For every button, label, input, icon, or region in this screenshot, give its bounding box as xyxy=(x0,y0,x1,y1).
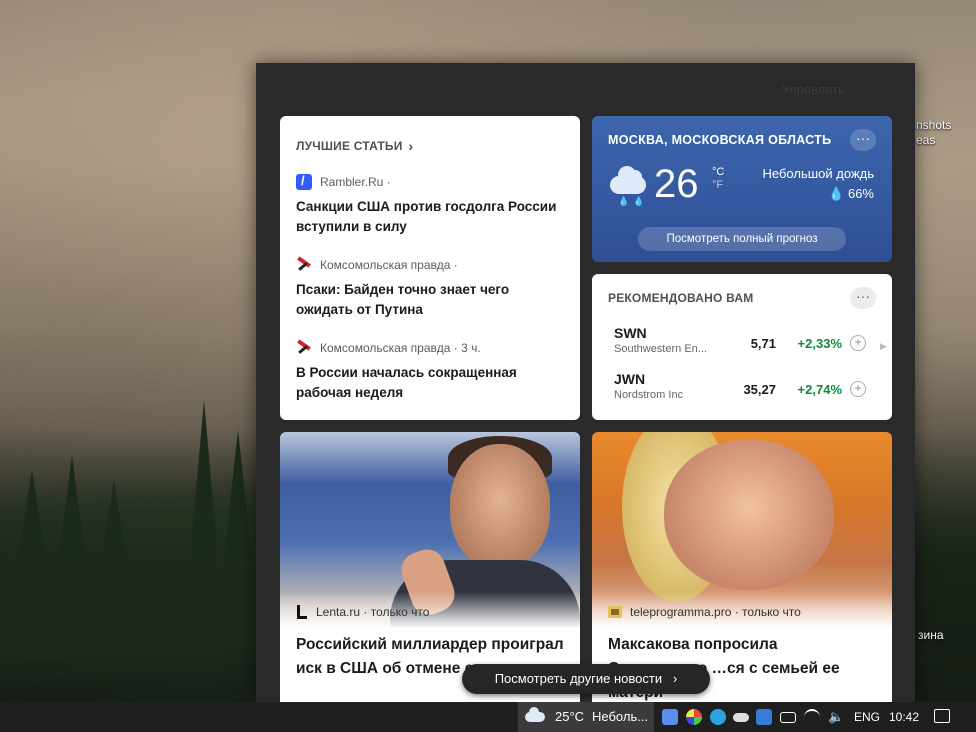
kp-logo-icon xyxy=(296,340,312,356)
story-headline[interactable]: Санкции США против госдолга России вступ… xyxy=(296,197,564,237)
story-headline[interactable]: Псаки: Байден точно знает чего ожидать о… xyxy=(296,280,564,320)
news-source: Lenta.ru · только что xyxy=(316,605,430,619)
tree xyxy=(100,480,128,570)
top-stories-card: ЛУЧШИЕ СТАТЬИ › Rambler.Ru · Санкции США… xyxy=(280,116,580,420)
news-interests-panel: Управлять ЛУЧШИЕ СТАТЬИ › Rambler.Ru · С… xyxy=(256,63,915,702)
news-source: teleprogramma.pro · только что xyxy=(630,605,801,619)
volume-icon[interactable]: 🔈 xyxy=(828,709,844,725)
manage-link[interactable]: Управлять xyxy=(782,82,845,97)
rain-cloud-icon xyxy=(610,166,646,194)
weather-temperature: 26 xyxy=(654,162,699,206)
story-item[interactable]: Комсомольская правда · Псаки: Байден точ… xyxy=(296,257,564,320)
story-item[interactable]: Rambler.Ru · Санкции США против госдолга… xyxy=(296,173,564,237)
teleprogramma-logo-icon xyxy=(608,606,622,618)
battery-icon[interactable] xyxy=(780,712,796,723)
taskbar: 25°C Неболь... 🔈 ENG 10:42 xyxy=(0,702,976,732)
see-more-label: Посмотреть другие новости xyxy=(494,671,663,686)
wifi-icon[interactable] xyxy=(804,709,820,725)
desktop-icon-label[interactable]: nshots eas xyxy=(916,118,951,148)
stock-change: +2,33% xyxy=(797,336,842,351)
taskbar-condition: Неболь... xyxy=(592,709,649,724)
celsius-toggle[interactable]: °C xyxy=(712,166,724,179)
language-indicator[interactable]: ENG xyxy=(854,710,880,724)
story-source: Комсомольская правда · 3 ч. xyxy=(320,341,481,355)
weather-location: МОСКВА, МОСКОВСКАЯ ОБЛАСТЬ xyxy=(608,133,832,147)
weather-precipitation: 💧 66% xyxy=(828,186,874,201)
stocks-more-button[interactable]: ··· xyxy=(850,287,876,309)
story-source: Rambler.Ru · xyxy=(320,175,391,189)
story-source: Комсомольская правда · xyxy=(320,258,458,272)
next-page-arrow-icon[interactable]: ▶ xyxy=(880,341,887,352)
telegram-icon[interactable] xyxy=(710,709,726,725)
notification-icon[interactable] xyxy=(934,709,950,723)
rambler-logo-icon xyxy=(296,173,312,190)
stock-price: 35,27 xyxy=(743,382,776,397)
onedrive-icon[interactable] xyxy=(733,713,749,722)
stock-price: 5,71 xyxy=(750,336,776,351)
see-more-news-button[interactable]: Посмотреть другие новости › xyxy=(462,664,710,694)
stock-change: +2,74% xyxy=(797,382,842,397)
news-photo xyxy=(450,444,550,568)
chevron-right-icon: › xyxy=(665,671,678,686)
top-stories-header[interactable]: ЛУЧШИЕ СТАТЬИ › xyxy=(296,138,564,154)
weather-card[interactable]: МОСКВА, МОСКОВСКАЯ ОБЛАСТЬ ··· 💧💧 26 °C … xyxy=(592,116,892,262)
full-forecast-button[interactable]: Посмотреть полный прогноз xyxy=(638,227,846,251)
app-tray-icon[interactable] xyxy=(756,709,772,725)
raindrops-icon: 💧💧 xyxy=(618,196,649,206)
tree xyxy=(224,430,252,560)
tree xyxy=(18,470,46,560)
news-photo xyxy=(664,440,834,590)
stocks-title: РЕКОМЕНДОВАНО ВАМ xyxy=(608,291,754,305)
stocks-card: РЕКОМЕНДОВАНО ВАМ ··· SWN Southwestern E… xyxy=(592,274,892,420)
weather-condition: Небольшой дождь xyxy=(762,166,874,181)
stock-row[interactable]: SWN Southwestern En... 5,71 +2,33% + xyxy=(614,325,870,365)
add-stock-icon[interactable]: + xyxy=(850,335,866,351)
clock[interactable]: 10:42 xyxy=(889,710,919,724)
tree xyxy=(58,455,86,565)
story-headline[interactable]: В России началась сокращенная рабочая не… xyxy=(296,363,564,403)
lenta-logo-icon xyxy=(296,605,308,619)
top-stories-title: ЛУЧШИЕ СТАТЬИ xyxy=(296,139,403,153)
weather-more-button[interactable]: ··· xyxy=(850,129,876,151)
kp-logo-icon xyxy=(296,257,312,273)
desktop-recycle-bin-label[interactable]: зина xyxy=(918,628,944,642)
pen-tool-icon[interactable] xyxy=(662,709,678,725)
news-card[interactable]: teleprogramma.pro · только что Максакова… xyxy=(592,432,892,702)
color-picker-icon[interactable] xyxy=(686,709,702,725)
add-stock-icon[interactable]: + xyxy=(850,381,866,397)
tree xyxy=(190,400,218,560)
fahrenheit-toggle[interactable]: °F xyxy=(712,179,724,192)
news-card[interactable]: Lenta.ru · только что Российский миллиар… xyxy=(280,432,580,702)
story-item[interactable]: Комсомольская правда · 3 ч. В России нач… xyxy=(296,340,564,403)
taskbar-weather-button[interactable]: 25°C Неболь... xyxy=(518,702,654,732)
stock-row[interactable]: JWN Nordstrom Inc 35,27 +2,74% + xyxy=(614,371,870,411)
taskbar-temp: 25°C xyxy=(555,709,585,724)
cloud-icon xyxy=(525,707,545,722)
chevron-right-icon: › xyxy=(408,138,414,154)
